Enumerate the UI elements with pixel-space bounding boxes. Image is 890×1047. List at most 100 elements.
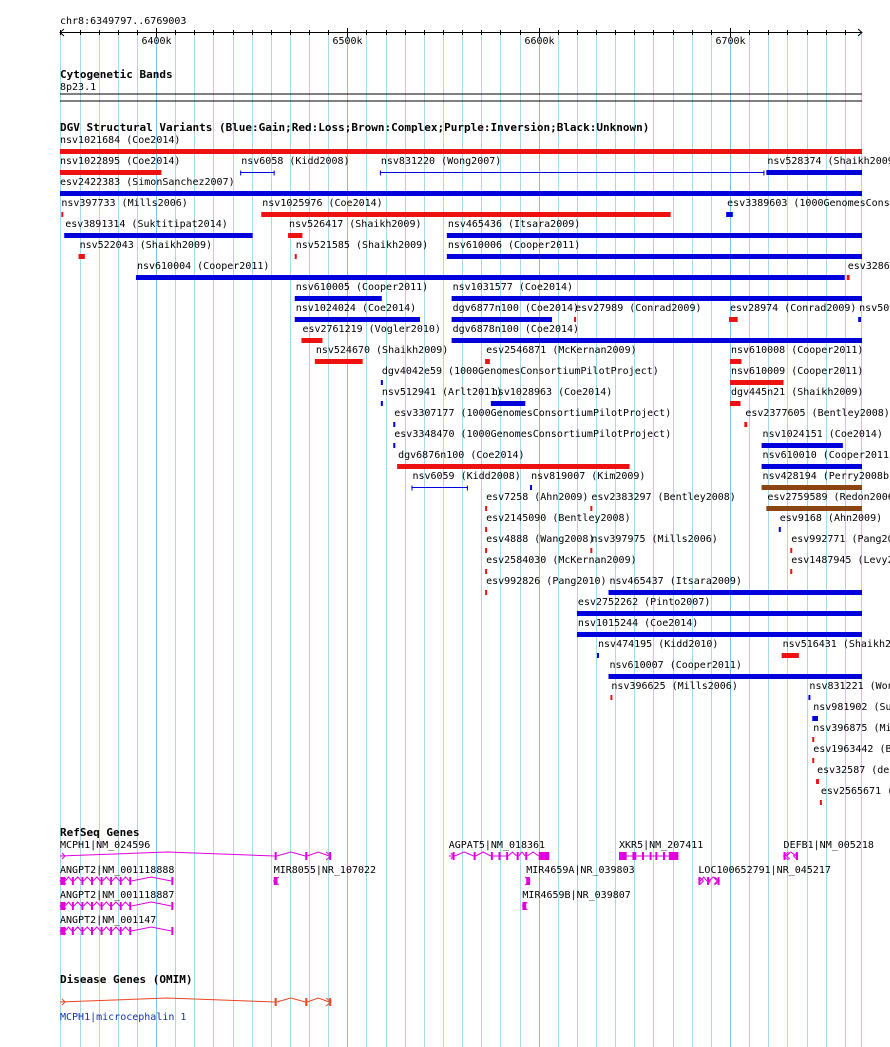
dgv-variant[interactable]: nsv610010 (Cooper2011)	[761, 450, 890, 469]
dgv-variant-bar[interactable]	[288, 233, 303, 238]
coordinate-ruler[interactable]: 6400k 6500k 6600k 6700k	[59, 28, 863, 47]
dgv-variant-bar[interactable]	[761, 464, 862, 469]
dgv-variant-label[interactable]: esv2546871 (McKernan2009)	[486, 345, 637, 356]
dgv-variant-bar[interactable]	[78, 254, 85, 259]
dgv-variant-bar[interactable]	[446, 233, 862, 238]
dgv-variant-bar[interactable]	[729, 317, 738, 322]
dgv-variant[interactable]: nsv1021684 (Coe2014)	[60, 135, 862, 154]
dgv-variant-bar[interactable]	[451, 317, 553, 322]
dgv-variant[interactable]: esv2377605 (Bentley2008)	[744, 408, 890, 427]
dgv-variant[interactable]: nsv1025976 (Coe2014)	[261, 198, 671, 217]
dgv-variant[interactable]: esv2422383 (SimonSanchez2007)	[60, 177, 862, 196]
dgv-variant-bar[interactable]	[729, 359, 742, 364]
dgv-variant-label[interactable]: esv3348470 (1000GenomesConsortiumPilotPr…	[394, 429, 671, 440]
refseq-gene-label[interactable]: ANGPT2|NM_001147	[60, 915, 156, 926]
dgv-variant-label[interactable]: nsv610004 (Cooper2011)	[137, 261, 269, 272]
dgv-variant-label[interactable]: nsv465437 (Itsara2009)	[610, 576, 742, 587]
dgv-variant-label[interactable]: nsv6059 (Kidd2008)	[412, 471, 520, 482]
dgv-variant[interactable]: esv2752262 (Pinto2007)	[576, 597, 862, 616]
dgv-variant-bar[interactable]	[451, 296, 862, 301]
dgv-variant-bar[interactable]	[60, 170, 162, 175]
dgv-variant-bar[interactable]	[294, 254, 297, 259]
dgv-variant[interactable]: nsv397975 (Mills2006)	[590, 534, 718, 553]
dgv-variant-label[interactable]: nsv397975 (Mills2006)	[591, 534, 717, 545]
dgv-variant-label[interactable]: nsv1024024 (Coe2014)	[296, 303, 416, 314]
dgv-variant[interactable]: nsv521585 (Shaikh2009)	[294, 240, 428, 259]
dgv-variant-bar[interactable]	[819, 800, 822, 805]
dgv-variant-bar[interactable]	[766, 170, 862, 175]
dgv-variant-bar[interactable]	[446, 254, 862, 259]
dgv-variant-label[interactable]: nsv1022895 (Coe2014)	[60, 156, 180, 167]
dgv-variant-label[interactable]: esv7258 (Ahn2009)	[486, 492, 588, 503]
dgv-variant[interactable]: esv1487945 (Levy2007)	[790, 555, 890, 574]
dgv-variant-bar[interactable]	[135, 275, 845, 280]
omim-gene-label[interactable]: MCPH1|microcephalin 1	[60, 1012, 186, 1023]
dgv-variant-label[interactable]: nsv465436 (Itsara2009)	[448, 219, 580, 230]
dgv-variant-bar[interactable]	[812, 758, 815, 763]
dgv-variant[interactable]: esv28974 (Conrad2009)	[729, 303, 856, 322]
refseq-gene[interactable]: XKR5|NM_207411	[619, 840, 703, 861]
dgv-variant-label[interactable]: dgv445n21 (Shaikh2009)	[731, 387, 863, 398]
dgv-variant-label[interactable]: nsv521585 (Shaikh2009)	[296, 240, 428, 251]
dgv-variant[interactable]: nsv831220 (Wong2007)	[379, 156, 765, 176]
dgv-variant[interactable]: esv992826 (Pang2010)	[485, 576, 607, 595]
dgv-variant-bar[interactable]	[485, 548, 488, 553]
refseq-gene-label[interactable]: MIR4659B|NR_039807	[522, 890, 630, 901]
dgv-variant[interactable]: esv2383297 (Bentley2008)	[590, 492, 736, 511]
dgv-variant[interactable]: nsv831221 (Wong2007)	[808, 681, 890, 700]
dgv-variant-bar[interactable]	[397, 464, 630, 469]
dgv-variant-label[interactable]: nsv831220 (Wong2007)	[381, 156, 501, 167]
dgv-variant[interactable]: nsv524670 (Shaikh2009)	[314, 345, 448, 364]
dgv-variant-bar[interactable]	[590, 506, 593, 511]
dgv-variant-label[interactable]: esv27989 (Conrad2009)	[575, 303, 701, 314]
dgv-variant-bar[interactable]	[781, 653, 799, 658]
refseq-gene-label[interactable]: MCPH1|NM_024596	[60, 840, 150, 851]
dgv-variant-label[interactable]: nsv981902 (Suktitipat2014)	[813, 702, 890, 713]
refseq-gene-label[interactable]: DEFB1|NM_005218	[784, 840, 874, 851]
dgv-variant-bar[interactable]	[485, 506, 488, 511]
refseq-gene[interactable]: LOC100652791|NR_045217	[698, 865, 831, 886]
dgv-variant-label[interactable]: esv1487945 (Levy2007)	[791, 555, 890, 566]
dgv-variant[interactable]: nsv610004 (Cooper2011)	[135, 261, 845, 280]
dgv-variant[interactable]: nsv1031577 (Coe2014)	[451, 282, 862, 301]
dgv-variant[interactable]: esv3348470 (1000GenomesConsortiumPilotPr…	[393, 429, 671, 448]
dgv-variant[interactable]: nsv1028963 (Coe2014)	[490, 387, 612, 406]
dgv-variant-bar[interactable]	[812, 737, 815, 742]
dgv-variant-label[interactable]: esv9168 (Ahn2009)	[780, 513, 882, 524]
dgv-variant-bar[interactable]	[380, 401, 383, 406]
dgv-variant[interactable]: nsv1024151 (Coe2014)	[761, 429, 883, 448]
dgv-variant-bar[interactable]	[790, 548, 793, 553]
dgv-variant[interactable]: nsv6058 (Kidd2008)	[240, 156, 350, 176]
dgv-variant-label[interactable]: nsv516431 (Shaikh2009)	[783, 639, 890, 650]
dgv-variant-label[interactable]: nsv1025976 (Coe2014)	[262, 198, 382, 209]
refseq-gene[interactable]: ANGPT2|NM_001118887	[59, 890, 174, 911]
refseq-gene-label[interactable]: XKR5|NM_207411	[619, 840, 703, 851]
dgv-variant-label[interactable]: nsv819007 (Kim2009)	[531, 471, 645, 482]
dgv-variant[interactable]: nsv1022895 (Coe2014)	[60, 156, 180, 175]
dgv-variant-label[interactable]: esv992826 (Pang2010)	[486, 576, 606, 587]
dgv-variant[interactable]: nsv522043 (Shaikh2009)	[78, 240, 212, 259]
dgv-variant[interactable]: nsv819007 (Kim2009)	[530, 471, 645, 490]
dgv-variant[interactable]: nsv516431 (Shaikh2009)	[781, 639, 890, 658]
dgv-variant[interactable]: esv2546871 (McKernan2009)	[485, 345, 637, 364]
dgv-variant-bar[interactable]	[608, 590, 862, 595]
dgv-variant-bar[interactable]	[726, 212, 733, 217]
dgv-variant-bar[interactable]	[301, 338, 323, 343]
dgv-variant-label[interactable]: esv2761219 (Vogler2010)	[302, 324, 440, 335]
refseq-gene-label[interactable]: AGPAT5|NM_018361	[449, 840, 545, 851]
dgv-variant-label[interactable]: nsv610006 (Cooper2011)	[448, 240, 580, 251]
dgv-variant[interactable]: dgv4042e59 (1000GenomesConsortiumPilotPr…	[380, 366, 659, 385]
dgv-variant-label[interactable]: nsv1028963 (Coe2014)	[492, 387, 612, 398]
refseq-gene[interactable]: AGPAT5|NM_018361	[449, 840, 550, 861]
dgv-variant-bar[interactable]	[597, 653, 600, 658]
dgv-variant[interactable]: esv32865...	[846, 261, 890, 280]
refseq-gene-label[interactable]: MIR4659A|NR_039803	[526, 865, 634, 876]
dgv-variant-label[interactable]: esv4888 (Wang2008)	[486, 534, 594, 545]
dgv-variant[interactable]: nsv396875 (Mills2006)	[812, 723, 890, 742]
dgv-variant[interactable]: nsv981902 (Suktitipat2014)	[812, 702, 890, 721]
dgv-variant-label[interactable]: esv992771 (Pang2010)	[791, 534, 890, 545]
dgv-variant-label[interactable]: nsv396625 (Mills2006)	[611, 681, 737, 692]
dgv-variant-label[interactable]: dgv6877n100 (Coe2014)	[453, 303, 579, 314]
dgv-variant-label[interactable]: esv3307177 (1000GenomesConsortiumPilotPr…	[394, 408, 671, 419]
dgv-variant-bar[interactable]	[294, 317, 421, 322]
